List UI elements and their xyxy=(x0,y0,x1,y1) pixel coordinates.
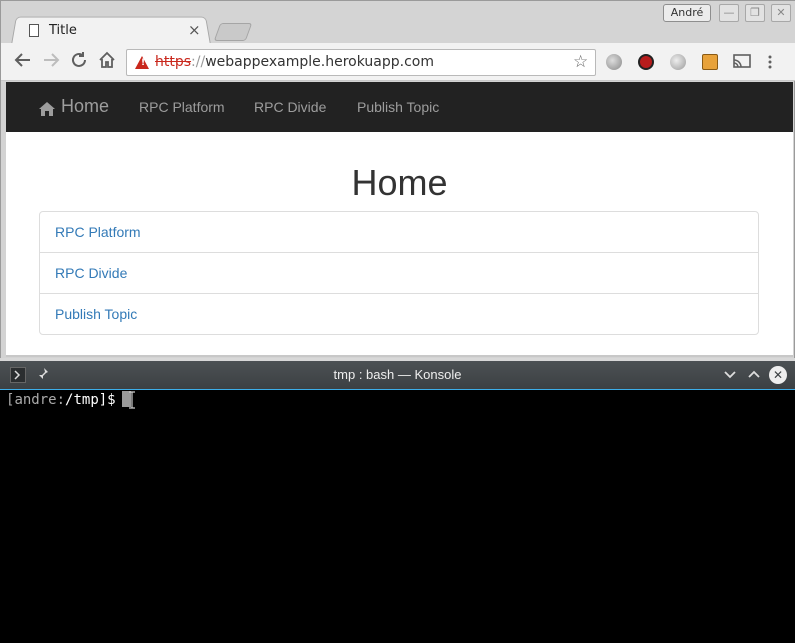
url-scheme: https xyxy=(155,54,192,70)
page-title: Home xyxy=(351,162,448,203)
navbar-brand-label: Home xyxy=(61,96,110,116)
konsole-close-icon[interactable]: ✕ xyxy=(769,366,787,384)
nav-link-publish-topic[interactable]: Publish Topic xyxy=(357,99,439,115)
mouse-ibeam-icon xyxy=(129,391,135,409)
tab-strip: Title × André — ❐ ✕ xyxy=(1,1,795,45)
chevron-up-icon[interactable] xyxy=(747,367,761,386)
konsole-title: tmp : bash — Konsole xyxy=(333,367,462,382)
cast-icon[interactable] xyxy=(733,54,751,70)
url-host: webappexample.herokuapp.com xyxy=(205,54,434,70)
terminal-output[interactable]: [andre:/tmp]$ xyxy=(6,391,131,409)
konsole-titlebar[interactable]: tmp : bash — Konsole ✕ xyxy=(0,361,795,390)
site-navbar: Home RPC Platform RPC Divide Publish Top… xyxy=(6,82,793,132)
link-list: RPC Platform RPC Divide Publish Topic xyxy=(39,211,759,335)
globe-gray-icon[interactable] xyxy=(670,54,686,70)
url-text: https://webappexample.herokuapp.com xyxy=(155,54,434,70)
list-item-publish-topic[interactable]: Publish Topic xyxy=(40,294,758,334)
browser-tab-content[interactable]: Title xyxy=(29,17,209,43)
reload-icon[interactable] xyxy=(68,51,90,74)
browser-toolbar: ! https://webappexample.herokuapp.com ☆ xyxy=(1,43,795,81)
profile-user-button[interactable]: André xyxy=(663,4,711,22)
navbar-brand-home[interactable]: Home xyxy=(39,96,109,117)
list-item-rpc-platform[interactable]: RPC Platform xyxy=(40,212,758,253)
address-bar[interactable]: ! https://webappexample.herokuapp.com ☆ xyxy=(126,49,596,76)
blocker-icon[interactable] xyxy=(638,54,654,70)
nav-link-rpc-divide[interactable]: RPC Divide xyxy=(254,99,326,115)
konsole-window: tmp : bash — Konsole ✕ [andre:/tmp]$ xyxy=(0,361,795,643)
new-tab-button[interactable] xyxy=(213,23,253,41)
tab-close-icon[interactable]: × xyxy=(188,21,201,39)
home-icon[interactable] xyxy=(96,51,118,74)
window-close-button[interactable]: ✕ xyxy=(771,4,791,22)
nav-link-rpc-platform[interactable]: RPC Platform xyxy=(139,99,225,115)
url-separator: :// xyxy=(191,54,206,70)
back-arrow-icon[interactable] xyxy=(12,51,34,74)
chevron-down-icon[interactable] xyxy=(723,367,737,386)
restore-button[interactable]: ❐ xyxy=(745,4,765,22)
extension-icon[interactable] xyxy=(702,54,718,70)
menu-dots-icon[interactable] xyxy=(767,54,773,70)
minimize-button[interactable]: — xyxy=(719,4,739,22)
tab-title: Title xyxy=(49,22,77,38)
forward-arrow-icon[interactable] xyxy=(40,51,62,74)
globe-icon[interactable] xyxy=(606,54,622,70)
bookmark-star-icon[interactable]: ☆ xyxy=(573,52,588,72)
home-icon xyxy=(39,100,55,116)
prompt-path: /tmp xyxy=(65,392,99,408)
page-viewport: Home RPC Platform RPC Divide Publish Top… xyxy=(6,82,793,357)
browser-window: Title × André — ❐ ✕ ! https://webappexam… xyxy=(0,0,795,358)
list-item-rpc-divide[interactable]: RPC Divide xyxy=(40,253,758,294)
document-icon xyxy=(29,23,39,37)
prompt-user: andre xyxy=(14,392,57,408)
